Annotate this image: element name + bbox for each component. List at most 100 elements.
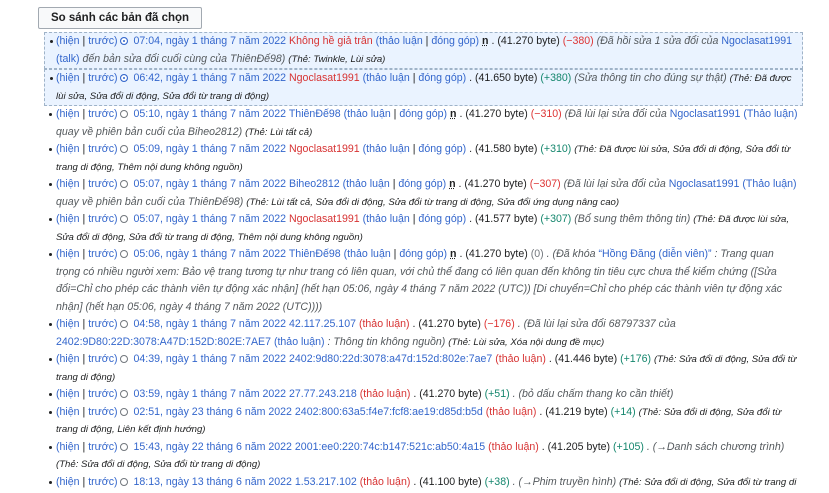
summary-link[interactable]: Ngoclasat1991 xyxy=(721,35,792,47)
edit-summary: . (→Phim truyền hình) xyxy=(512,475,617,488)
revision-radio[interactable] xyxy=(119,442,128,451)
user-link[interactable]: ThiênĐế98 xyxy=(289,108,341,120)
user-link[interactable]: 2402:9d80:22d:3078:a47d:152d:802e:7ae7 xyxy=(289,353,492,365)
prev-link[interactable]: trước) xyxy=(88,476,117,488)
edit-summary: . (Đã khóa xyxy=(546,248,596,260)
revision-radio[interactable] xyxy=(119,477,128,486)
cur-link[interactable]: (hiện xyxy=(56,35,80,47)
user-talk-link[interactable]: (thảo luận) xyxy=(360,388,411,400)
timestamp-link[interactable]: 04:58, ngày 1 tháng 7 năm 2022 xyxy=(134,318,287,330)
cur-link[interactable]: (hiện xyxy=(56,108,80,120)
user-talk-link[interactable]: (thảo luận) xyxy=(360,476,411,488)
summary-talk-link[interactable]: (Thảo luận) xyxy=(743,108,797,120)
prev-link[interactable]: trước) xyxy=(88,406,117,418)
timestamp-link[interactable]: 06:42, ngày 1 tháng 7 năm 2022 xyxy=(134,72,287,84)
prev-link[interactable]: trước) xyxy=(88,143,117,155)
revision-radio[interactable] xyxy=(119,215,128,223)
timestamp-link[interactable]: 18:13, ngày 13 tháng 6 năm 2022 xyxy=(134,476,292,488)
timestamp-link[interactable]: 03:59, ngày 1 tháng 7 năm 2022 xyxy=(134,388,287,400)
user-contrib-link[interactable]: đóng góp) xyxy=(399,108,447,120)
cur-link[interactable]: (hiện xyxy=(56,72,80,84)
timestamp-link[interactable]: 05:06, ngày 1 tháng 7 năm 2022 xyxy=(134,248,287,260)
cur-link[interactable]: (hiện xyxy=(56,248,80,260)
user-talk-link[interactable]: (thảo luận) xyxy=(486,406,537,418)
size-diff: (−310) xyxy=(530,108,562,120)
prev-link[interactable]: trước) xyxy=(88,248,117,260)
user-contrib-link[interactable]: đóng góp) xyxy=(431,35,479,47)
user-talk-link[interactable]: (thảo luận xyxy=(376,35,423,47)
user-talk-link[interactable]: (thảo luận xyxy=(344,108,391,120)
user-talk-link[interactable]: (thảo luận xyxy=(363,72,410,84)
user-talk-link[interactable]: (thảo luận xyxy=(343,178,390,190)
cur-link[interactable]: (hiện xyxy=(56,388,80,400)
user-link[interactable]: Không hề giả trân xyxy=(289,35,373,47)
user-talk-link[interactable]: (thảo luận xyxy=(363,213,410,225)
cur-link[interactable]: (hiện xyxy=(56,178,80,190)
revision-radio[interactable] xyxy=(119,74,128,82)
prev-link[interactable]: trước) xyxy=(88,388,117,400)
user-contrib-link[interactable]: đóng góp) xyxy=(398,178,446,190)
prev-link[interactable]: trước) xyxy=(88,441,117,453)
user-talk-link[interactable]: (thảo luận xyxy=(363,143,410,155)
prev-link[interactable]: trước) xyxy=(88,318,117,330)
summary-link[interactable]: Ngoclasat1991 xyxy=(669,178,740,190)
revision-radio[interactable] xyxy=(119,145,128,153)
user-contrib-link[interactable]: đóng góp) xyxy=(418,143,466,155)
timestamp-link[interactable]: 05:07, ngày 1 tháng 7 năm 2022 xyxy=(134,213,287,225)
timestamp-link[interactable]: 05:09, ngày 1 tháng 7 năm 2022 xyxy=(134,143,287,155)
user-link[interactable]: Ngoclasat1991 xyxy=(289,213,360,225)
cur-link[interactable]: (hiện xyxy=(56,476,80,488)
revision-radio[interactable] xyxy=(119,180,128,188)
timestamp-link[interactable]: 07:04, ngày 1 tháng 7 năm 2022 xyxy=(134,35,287,47)
summary-link[interactable]: “Hồng Đăng (diễn viên)” xyxy=(598,248,711,260)
cur-link[interactable]: (hiện xyxy=(56,213,80,225)
summary-talk-link[interactable]: (Thảo luận) xyxy=(742,178,796,190)
user-contrib-link[interactable]: đóng góp) xyxy=(418,72,466,84)
user-link[interactable]: Ngoclasat1991 xyxy=(289,72,360,84)
timestamp-link[interactable]: 02:51, ngày 23 tháng 6 năm 2022 xyxy=(134,406,292,418)
user-link[interactable]: Biheo2812 xyxy=(289,178,340,190)
revision-size: . (41.100 byte) xyxy=(413,475,482,488)
cur-link[interactable]: (hiện xyxy=(56,441,80,453)
revision-radio[interactable] xyxy=(119,407,128,416)
user-link[interactable]: 2402:800:63a5:f4e7:fcf8:ae19:d85d:b5d xyxy=(295,406,483,418)
user-link[interactable]: 1.53.217.102 xyxy=(295,476,357,488)
revision-radio[interactable] xyxy=(119,250,128,258)
revision-radio[interactable] xyxy=(119,355,128,363)
prev-link[interactable]: trước) xyxy=(88,35,117,47)
prev-link[interactable]: trước) xyxy=(88,108,117,120)
revision-radio[interactable] xyxy=(119,390,128,398)
prev-link[interactable]: trước) xyxy=(88,178,117,190)
compare-revisions-button[interactable]: So sánh các bản đã chọn xyxy=(38,7,203,29)
revision-radio[interactable] xyxy=(119,37,128,45)
revision-radio[interactable] xyxy=(119,320,128,328)
user-talk-link[interactable]: (thảo luận) xyxy=(488,441,539,453)
prev-link[interactable]: trước) xyxy=(88,213,117,225)
summary-talk-link[interactable]: (thảo luận) xyxy=(274,336,325,348)
user-contrib-link[interactable]: đóng góp) xyxy=(418,213,466,225)
summary-link[interactable]: 2402:9D80:22D:3078:A47D:152D:802E:7AE7 xyxy=(56,336,271,348)
summary-talk-link[interactable]: (talk) xyxy=(56,53,80,65)
revision-size: . (41.270 byte) xyxy=(458,178,527,190)
user-talk-link[interactable]: (thảo luận) xyxy=(359,318,410,330)
prev-link[interactable]: trước) xyxy=(88,72,117,84)
user-link[interactable]: 2001:ee0:220:74c:b147:521c:ab50:4a15 xyxy=(295,441,485,453)
prev-link[interactable]: trước) xyxy=(88,353,117,365)
timestamp-link[interactable]: 04:39, ngày 1 tháng 7 năm 2022 xyxy=(134,353,287,365)
user-contrib-link[interactable]: đóng góp) xyxy=(399,248,447,260)
summary-link[interactable]: Ngoclasat1991 xyxy=(670,108,741,120)
timestamp-link[interactable]: 05:07, ngày 1 tháng 7 năm 2022 xyxy=(134,178,287,190)
cur-link[interactable]: (hiện xyxy=(56,143,80,155)
cur-link[interactable]: (hiện xyxy=(56,353,80,365)
user-link[interactable]: Ngoclasat1991 xyxy=(289,143,360,155)
revision-radio[interactable] xyxy=(119,110,128,118)
cur-link[interactable]: (hiện xyxy=(56,406,80,418)
user-talk-link[interactable]: (thảo luận) xyxy=(495,353,546,365)
user-talk-link[interactable]: (thảo luận xyxy=(344,248,391,260)
user-link[interactable]: 27.77.243.218 xyxy=(289,388,357,400)
user-link[interactable]: ThiênĐế98 xyxy=(289,248,341,260)
timestamp-link[interactable]: 05:10, ngày 1 tháng 7 năm 2022 xyxy=(134,108,287,120)
cur-link[interactable]: (hiện xyxy=(56,318,80,330)
timestamp-link[interactable]: 15:43, ngày 22 tháng 6 năm 2022 xyxy=(134,441,292,453)
user-link[interactable]: 42.117.25.107 xyxy=(289,318,356,330)
